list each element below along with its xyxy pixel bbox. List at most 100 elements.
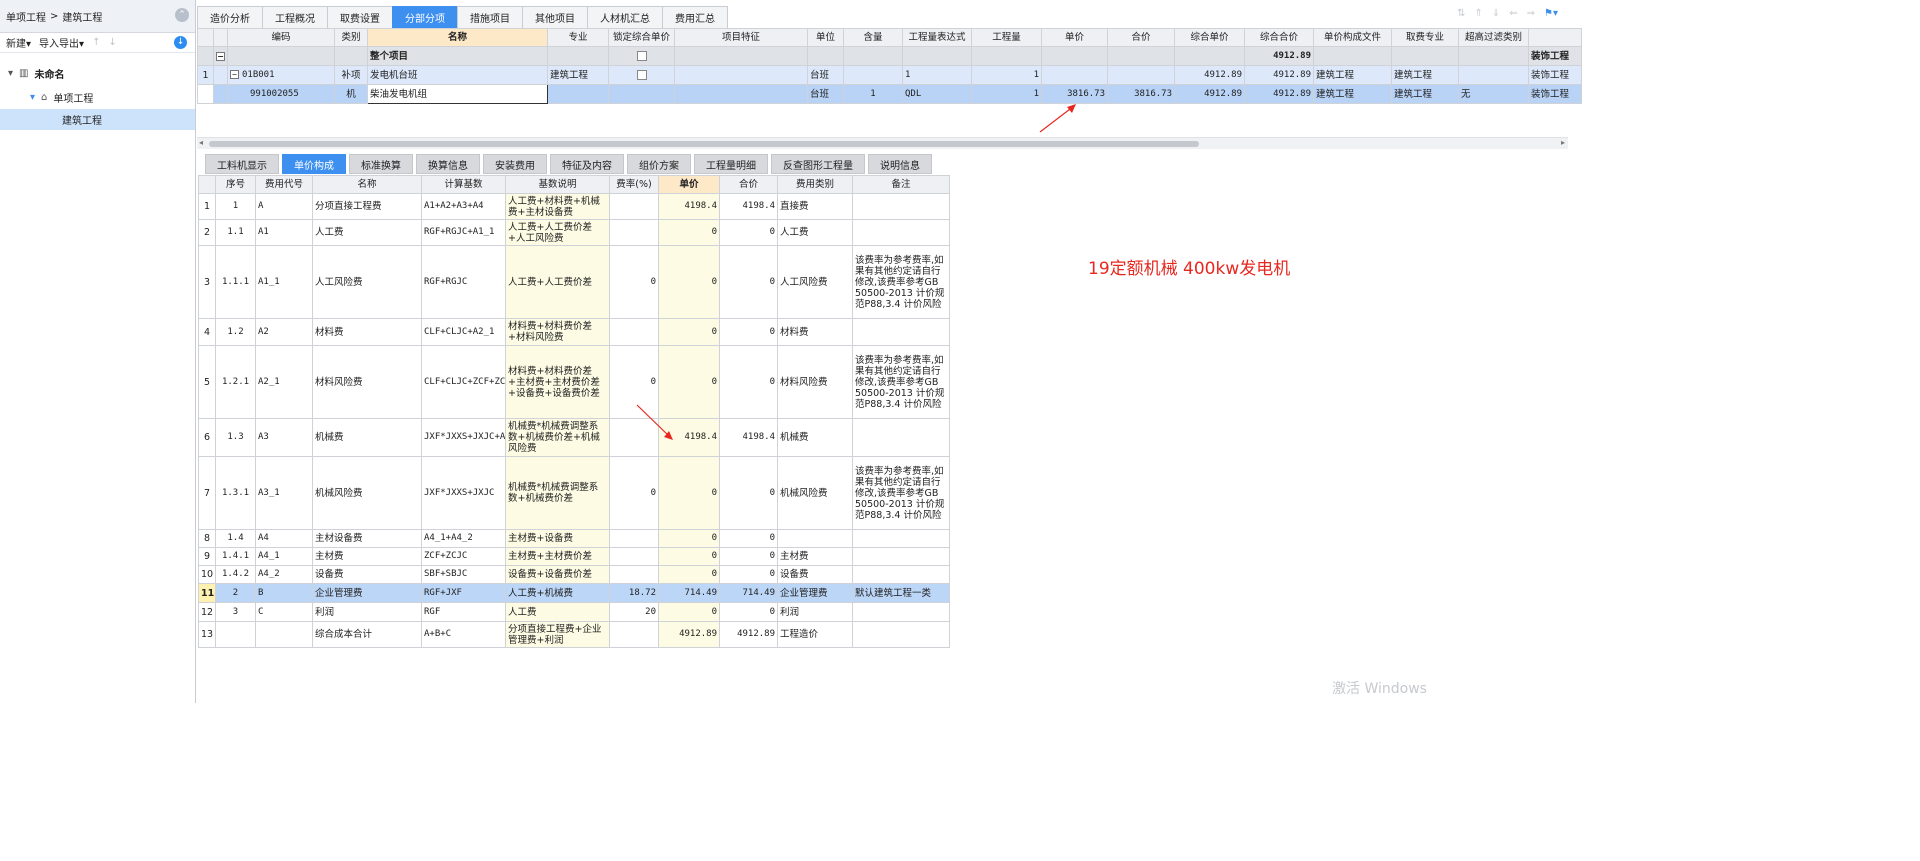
tab-unit-price-build[interactable]: 单价构成 [282, 154, 346, 174]
col-header[interactable]: 锁定综合单价 [608, 28, 675, 47]
item-type[interactable]: 机 [334, 84, 368, 104]
fee-name[interactable]: 人工风险费 [312, 245, 422, 319]
fee-code[interactable]: A2_1 [255, 345, 313, 419]
fee-rate[interactable] [609, 621, 659, 648]
tab-labor-material[interactable]: 人材机汇总 [587, 6, 663, 28]
fee-category[interactable]: 机械费 [777, 418, 853, 457]
col-header[interactable]: 序号 [215, 175, 256, 194]
table-row[interactable]: 2 1.1 A1 人工费 RGF+RGJC+A1_1 人工费+人工费价差+人工风险费 0 0 人… [198, 219, 950, 246]
col-header[interactable]: 单价构成文件 [1313, 28, 1392, 47]
item-unit[interactable]: 台班 [807, 65, 844, 85]
tab-notes[interactable]: 说明信息 [868, 154, 932, 174]
fee-rate[interactable]: 18.72 [609, 583, 659, 603]
tab-quantity-detail[interactable]: 工程量明细 [694, 154, 768, 174]
calc-base[interactable]: CLF+CLJC+ZCF+ZCJC+SBF+SBJC [421, 345, 506, 419]
table-row[interactable]: 4 1.2 A2 材料费 CLF+CLJC+A2_1 材料费+材料费价差+材料风险费 0 0 材… [198, 318, 950, 346]
table-row[interactable]: 9 1.4.1 A4_1 主材费 ZCF+ZCJC 主材费+主材费价差 0 0 主材费 [198, 547, 950, 566]
tree-node-single[interactable]: ▾ ⌂ 单项工程 [0, 85, 195, 109]
table-row[interactable]: 991002055 机 柴油发电机组 台班 1 QDL 1 3816.73 38… [197, 84, 1582, 104]
seq-number[interactable]: 3 [215, 602, 256, 622]
fee-rate[interactable] [609, 529, 659, 548]
move-up-icon[interactable]: ↑ [92, 37, 100, 48]
quantity[interactable]: 1 [971, 65, 1042, 85]
fee-code[interactable]: C [255, 602, 313, 622]
fee-name[interactable]: 利润 [312, 602, 422, 622]
table-row[interactable]: 12 3 C 利润 RGF 人工费 20 0 0 利润 [198, 602, 950, 622]
fee-category[interactable]: 主材费 [777, 547, 853, 566]
remark[interactable] [852, 529, 950, 548]
col-header[interactable]: 单价 [1041, 28, 1108, 47]
seq-number[interactable]: 1.1.1 [215, 245, 256, 319]
move-down-icon[interactable]: ↓ [108, 37, 116, 48]
calc-base[interactable]: A4_1+A4_2 [421, 529, 506, 548]
collapse-icon[interactable]: ⌃ [175, 8, 189, 22]
fee-code[interactable] [255, 621, 313, 648]
calc-base[interactable]: RGF+RGJC [421, 245, 506, 319]
item-code[interactable]: 991002055 [227, 84, 335, 104]
tab-standard-conversion[interactable]: 标准换算 [349, 154, 413, 174]
tab-graphic-quantity[interactable]: 反查图形工程量 [771, 154, 865, 174]
tab-overview[interactable]: 工程概况 [262, 6, 328, 28]
fee-code[interactable]: A3_1 [255, 456, 313, 530]
tab-measures[interactable]: 措施项目 [457, 6, 523, 28]
item-code[interactable]: 01B001 [242, 70, 275, 80]
fee-rate[interactable]: 0 [609, 456, 659, 530]
item-specialty[interactable]: 建筑工程 [547, 65, 609, 85]
remark[interactable] [852, 219, 950, 246]
fee-rate[interactable] [609, 565, 659, 584]
fee-code[interactable]: A [255, 193, 313, 220]
expand-arrow-icon[interactable]: ▾ [8, 68, 13, 79]
fee-code[interactable]: A3 [255, 418, 313, 457]
content[interactable]: 1 [843, 84, 903, 104]
col-header[interactable]: 合价 [1107, 28, 1175, 47]
fee-code[interactable]: A1 [255, 219, 313, 246]
table-row[interactable]: 7 1.3.1 A3_1 机械风险费 JXF*JXXS+JXJC 机械费*机械费调整系数+… [198, 456, 950, 530]
sort-icon[interactable]: ⇅ [1457, 8, 1465, 19]
fee-category[interactable]: 机械风险费 [777, 456, 853, 530]
col-header[interactable]: 超高过滤类别 [1458, 28, 1529, 47]
item-type[interactable]: 补项 [334, 65, 368, 85]
move-right-icon[interactable]: ⇒ [1527, 8, 1535, 19]
fee-name[interactable]: 企业管理费 [312, 583, 422, 603]
col-header[interactable]: 项目特征 [674, 28, 808, 47]
table-row[interactable]: 51.2.1A2_1材料风险费CLF+CLJC+ZCF+ZCJC+SBF+SBJ… [198, 345, 950, 419]
remark[interactable]: 该费率为参考费率,如果有其他约定请自行修改,该费率参考GB 50500-2013… [852, 345, 950, 419]
lock-price-checkbox[interactable] [636, 51, 647, 61]
download-icon[interactable]: ↓ [174, 36, 187, 49]
quantity-expression[interactable]: QDL [902, 84, 972, 104]
calc-base[interactable]: A+B+C [421, 621, 506, 648]
tab-sub-items[interactable]: 分部分项 [392, 6, 458, 28]
collapse-box-icon[interactable]: − [216, 51, 225, 61]
fee-category[interactable]: 人工风险费 [777, 245, 853, 319]
calc-base[interactable]: SBF+SBJC [421, 565, 506, 584]
tab-cost-analysis[interactable]: 造价分析 [197, 6, 263, 28]
col-header[interactable]: 基数说明 [505, 175, 610, 194]
fee-rate[interactable]: 20 [609, 602, 659, 622]
table-row[interactable]: 1 1 A 分项直接工程费 A1+A2+A3+A4 人工费+材料费+机械费+主材设备费 41… [198, 193, 950, 220]
remark[interactable] [852, 318, 950, 346]
table-row[interactable]: 11 2 B 企业管理费 RGF+JXF 人工费+机械费 18.72 714.49 714.49… [198, 583, 950, 603]
fee-code[interactable]: A4_1 [255, 547, 313, 566]
col-header[interactable]: 综合合价 [1244, 28, 1314, 47]
fee-code[interactable]: A1_1 [255, 245, 313, 319]
fee-specialty[interactable]: 建筑工程 [1391, 84, 1459, 104]
table-row[interactable]: 13 综合成本合计 A+B+C 分项直接工程费+企业管理费+利润 4912.89 4912… [198, 621, 950, 648]
fee-category[interactable]: 设备费 [777, 565, 853, 584]
breadcrumb-item[interactable]: 建筑工程 [62, 9, 102, 24]
fee-name[interactable]: 人工费 [312, 219, 422, 246]
collapse-box-icon[interactable]: − [230, 69, 239, 79]
fee-rate[interactable] [609, 193, 659, 220]
item-unit[interactable]: 台班 [807, 84, 844, 104]
seq-number[interactable]: 1.2 [215, 318, 256, 346]
quantity[interactable]: 1 [971, 84, 1042, 104]
seq-number[interactable]: 2 [215, 583, 256, 603]
seq-number[interactable]: 1.4.1 [215, 547, 256, 566]
col-header[interactable]: 合价 [719, 175, 778, 194]
item-name[interactable]: 整个项目 [367, 46, 548, 66]
fee-category[interactable]: 利润 [777, 602, 853, 622]
fee-name[interactable]: 材料费 [312, 318, 422, 346]
tab-other-items[interactable]: 其他项目 [522, 6, 588, 28]
fee-rate[interactable] [609, 547, 659, 566]
tab-fee-settings[interactable]: 取费设置 [327, 6, 393, 28]
seq-number[interactable]: 1.4.2 [215, 565, 256, 584]
